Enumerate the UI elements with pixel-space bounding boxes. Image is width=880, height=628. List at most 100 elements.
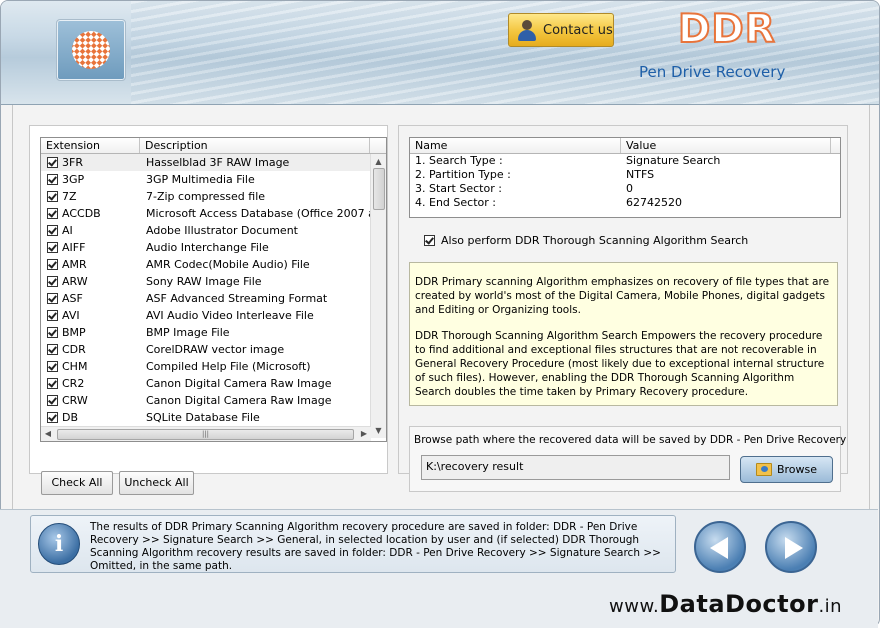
extension-cell: ACCDB	[41, 205, 140, 222]
extension-row[interactable]: AIFF Audio Interchange File	[41, 239, 386, 256]
extension-label: AIFF	[62, 241, 86, 254]
extension-label: CRW	[62, 394, 88, 407]
column-extension[interactable]: Extension	[41, 138, 140, 153]
vertical-scrollbar[interactable]: ▲ ▼	[370, 154, 386, 438]
check-all-button[interactable]: Check All	[41, 471, 113, 495]
extension-cell: AMR	[41, 256, 140, 273]
extension-row[interactable]: CRW Canon Digital Camera Raw Image	[41, 392, 386, 409]
person-icon	[517, 19, 537, 41]
thorough-scan-option[interactable]: Also perform DDR Thorough Scanning Algor…	[424, 234, 748, 247]
browse-button[interactable]: Browse	[740, 456, 833, 483]
website-prefix: www.	[609, 596, 660, 617]
column-name: Name	[410, 138, 621, 153]
extension-checkbox[interactable]	[47, 174, 58, 185]
website-url: www.DataDoctor.in	[609, 590, 842, 618]
folder-icon	[755, 463, 772, 476]
extension-checkbox[interactable]	[47, 259, 58, 270]
extension-row[interactable]: AI Adobe Illustrator Document	[41, 222, 386, 239]
uncheck-all-button[interactable]: Uncheck All	[119, 471, 194, 495]
extension-checkbox[interactable]	[47, 191, 58, 202]
app-logo	[56, 19, 126, 81]
extension-checkbox[interactable]	[47, 378, 58, 389]
summary-value: 62742520	[626, 196, 682, 209]
extension-list[interactable]: Extension Description 3FR Hasselblad 3F R…	[40, 137, 387, 442]
extension-row[interactable]: CR2 Canon Digital Camera Raw Image	[41, 375, 386, 392]
scroll-down-icon[interactable]: ▼	[371, 423, 386, 438]
summary-value: NTFS	[626, 168, 655, 181]
extension-row[interactable]: ARW Sony RAW Image File	[41, 273, 386, 290]
brand-logo-text: DDR	[677, 6, 776, 53]
extension-checkbox[interactable]	[47, 361, 58, 372]
extension-description: AVI Audio Video Interleave File	[146, 309, 314, 322]
extension-description: 7-Zip compressed file	[146, 190, 266, 203]
extension-description: Audio Interchange File	[146, 241, 269, 254]
extension-cell: AIFF	[41, 239, 140, 256]
extension-checkbox[interactable]	[47, 242, 58, 253]
extension-label: ASF	[62, 292, 83, 305]
extension-description: Sony RAW Image File	[146, 275, 262, 288]
info-paragraph-thorough: DDR Thorough Scanning Algorithm Search E…	[415, 330, 825, 398]
extension-row[interactable]: 7Z 7-Zip compressed file	[41, 188, 386, 205]
extension-checkbox[interactable]	[47, 327, 58, 338]
extension-checkbox[interactable]	[47, 276, 58, 287]
scroll-up-icon[interactable]: ▲	[371, 154, 386, 169]
extension-cell: CRW	[41, 392, 140, 409]
extension-row[interactable]: CHM Compiled Help File (Microsoft)	[41, 358, 386, 375]
extension-row[interactable]: ASF ASF Advanced Streaming Format	[41, 290, 386, 307]
back-button[interactable]	[694, 521, 746, 573]
contact-us-label: Contact us	[543, 22, 613, 38]
extension-description: Compiled Help File (Microsoft)	[146, 360, 311, 373]
column-description[interactable]: Description	[140, 138, 370, 153]
extension-label: ARW	[62, 275, 88, 288]
extension-row[interactable]: AVI AVI Audio Video Interleave File	[41, 307, 386, 324]
info-icon: i	[38, 523, 80, 565]
arrow-left-icon	[710, 537, 728, 559]
horizontal-scrollbar[interactable]: ◀ ||| ▶	[41, 426, 371, 441]
extension-checkbox[interactable]	[47, 225, 58, 236]
contact-us-button[interactable]: Contact us	[508, 13, 614, 47]
hscroll-thumb[interactable]: |||	[57, 429, 354, 440]
extension-row[interactable]: CDR CorelDRAW vector image	[41, 341, 386, 358]
extension-checkbox[interactable]	[47, 344, 58, 355]
extension-row[interactable]: ACCDB Microsoft Access Database (Office 2…	[41, 205, 386, 222]
extension-row[interactable]: BMP BMP Image File	[41, 324, 386, 341]
extension-row[interactable]: DB SQLite Database File	[41, 409, 386, 426]
extension-cell: ASF	[41, 290, 140, 307]
extension-cell: BMP	[41, 324, 140, 341]
extension-description: 3GP Multimedia File	[146, 173, 255, 186]
extension-cell: 7Z	[41, 188, 140, 205]
summary-row: 3. Start Sector : 0	[410, 182, 840, 196]
extension-label: ACCDB	[62, 207, 101, 220]
extension-checkbox[interactable]	[47, 157, 58, 168]
next-button[interactable]	[765, 521, 817, 573]
extension-checkbox[interactable]	[47, 310, 58, 321]
scroll-right-icon[interactable]: ▶	[357, 427, 371, 441]
extension-row[interactable]: 3GP 3GP Multimedia File	[41, 171, 386, 188]
product-name: Pen Drive Recovery	[639, 63, 786, 81]
extension-description: Canon Digital Camera Raw Image	[146, 377, 332, 390]
extension-cell: 3FR	[41, 154, 140, 171]
extension-checkbox[interactable]	[47, 395, 58, 406]
extension-checkbox[interactable]	[47, 293, 58, 304]
extension-description: BMP Image File	[146, 326, 230, 339]
extension-label: AI	[62, 224, 73, 237]
summary-value: 0	[626, 182, 633, 195]
summary-row: 1. Search Type : Signature Search	[410, 154, 840, 168]
summary-name: 3. Start Sector :	[415, 182, 502, 195]
extension-checkbox[interactable]	[47, 208, 58, 219]
scroll-left-icon[interactable]: ◀	[41, 427, 55, 441]
extension-cell: 3GP	[41, 171, 140, 188]
extension-checkbox[interactable]	[47, 412, 58, 423]
summary-value: Signature Search	[626, 154, 721, 167]
info-paragraph-primary: DDR Primary scanning Algorithm emphasize…	[415, 276, 830, 316]
save-path-field[interactable]: K:\recovery result	[421, 455, 730, 480]
thorough-scan-checkbox[interactable]	[424, 235, 435, 246]
extension-description: Hasselblad 3F RAW Image	[146, 156, 290, 169]
extension-label: CDR	[62, 343, 86, 356]
column-value: Value	[621, 138, 831, 153]
extension-cell: DB	[41, 409, 140, 426]
scroll-thumb[interactable]	[373, 168, 385, 210]
extension-row[interactable]: 3FR Hasselblad 3F RAW Image	[41, 154, 386, 171]
website-name: DataDoctor	[659, 590, 819, 618]
extension-row[interactable]: AMR AMR Codec(Mobile Audio) File	[41, 256, 386, 273]
